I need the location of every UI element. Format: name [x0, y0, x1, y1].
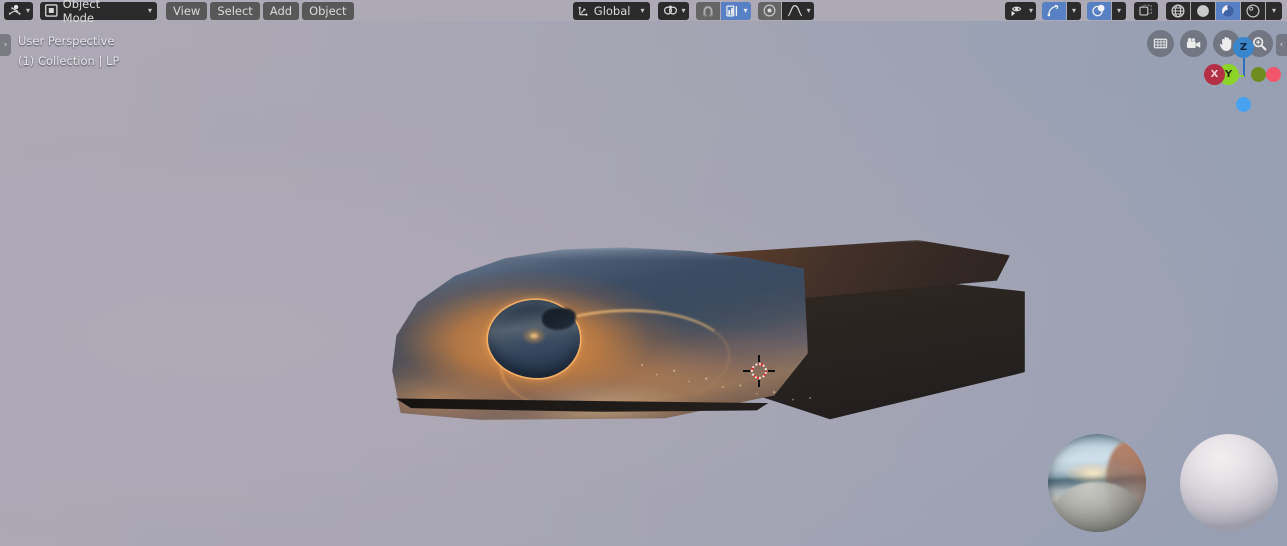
- wireframe-sphere-icon: [1171, 3, 1185, 18]
- snap-magnet-toggle[interactable]: [695, 1, 720, 20]
- chevron-down-icon: ▾: [148, 5, 153, 15]
- mode-label: Object Mode: [62, 0, 101, 25]
- overlays-popover[interactable]: ▾: [1111, 1, 1126, 20]
- object-visibility-selector[interactable]: ▾: [1004, 1, 1036, 20]
- hdri-chrome-sphere: [1048, 434, 1146, 532]
- xray-toggle-icon: [1139, 4, 1152, 16]
- chevron-down-icon: ▾: [1071, 5, 1076, 15]
- gizmo-axis-z-negative[interactable]: [1236, 97, 1251, 112]
- overlays-icon: [1092, 4, 1105, 17]
- gizmos-toggle[interactable]: [1041, 1, 1066, 20]
- transform-orientation-label: Global: [593, 3, 631, 18]
- pivot-point-selector[interactable]: ▾: [657, 1, 689, 20]
- object-edge-highlight: [392, 247, 808, 420]
- editor-type-selector[interactable]: ▾: [4, 1, 34, 20]
- solid-sphere-icon: [1197, 4, 1209, 17]
- zoom-region-button[interactable]: [1147, 30, 1174, 57]
- transform-orientation-selector[interactable]: Global ▾: [572, 1, 650, 20]
- snap-magnet-icon: [703, 6, 713, 17]
- 3d-cursor-crosshair-left: [743, 370, 750, 372]
- chevron-down-icon: ▾: [806, 5, 811, 15]
- 3d-viewport[interactable]: User Perspective (1) Collection | LP Z Y…: [0, 0, 1287, 546]
- 3d-cursor-crosshair-right: [768, 370, 775, 372]
- xray-toggle[interactable]: [1133, 1, 1158, 20]
- hdri-diffuse-sphere: [1180, 434, 1278, 532]
- gizmos-group: ▾: [1041, 1, 1081, 20]
- 3d-cursor-crosshair-top: [758, 355, 760, 362]
- blender-window: User Perspective (1) Collection | LP Z Y…: [0, 0, 1287, 546]
- toolbar-expand-tab[interactable]: ›: [0, 34, 11, 56]
- menu-view[interactable]: View: [166, 1, 208, 20]
- editor-type-3d-viewport-icon: [8, 4, 21, 15]
- object-mode-icon: [45, 4, 58, 17]
- object-visibility-icon: [1011, 6, 1022, 17]
- snap-to-selector[interactable]: ▾: [720, 1, 751, 20]
- view-axis-gizmo[interactable]: Z Y X: [1196, 30, 1282, 118]
- proportional-edit-icon: [763, 4, 776, 17]
- viewport-scene-label: (1) Collection | LP: [18, 54, 120, 68]
- chevron-down-icon: ▾: [1271, 5, 1276, 15]
- overlays-group: ▾: [1086, 1, 1126, 20]
- 3d-cursor-ring-white: [751, 363, 767, 379]
- proportional-edit-toggle[interactable]: [757, 1, 781, 20]
- chevron-down-icon: ▾: [743, 5, 748, 15]
- menu-add[interactable]: Add: [262, 1, 300, 20]
- chevron-down-icon: ▾: [1116, 5, 1121, 15]
- viewport-info-overlay: User Perspective (1) Collection | LP: [18, 31, 119, 71]
- chevron-down-icon: ▾: [681, 5, 686, 15]
- material-preview-sphere-icon: [1222, 4, 1234, 17]
- mode-selector[interactable]: Object Mode ▾: [40, 0, 158, 25]
- gizmo-axis-z-positive[interactable]: Z: [1233, 37, 1254, 58]
- sidebar-expand-tab[interactable]: ‹: [1276, 34, 1287, 56]
- snapping-group: ▾: [695, 1, 751, 20]
- menu-select[interactable]: Select: [210, 1, 260, 20]
- shading-wireframe[interactable]: [1165, 1, 1190, 20]
- proportional-falloff-selector[interactable]: ▾: [781, 1, 814, 20]
- 3d-object-lp[interactable]: [380, 238, 1025, 428]
- chevron-down-icon: ▾: [640, 5, 645, 15]
- shading-rendered[interactable]: [1240, 1, 1265, 20]
- shading-mode-group: ▾: [1165, 1, 1282, 20]
- gizmo-axis-x-positive[interactable]: X: [1204, 64, 1225, 85]
- viewport-perspective-label: User Perspective: [18, 34, 115, 48]
- gizmo-axis-x-negative[interactable]: [1266, 67, 1281, 82]
- zoom-region-icon: [1153, 38, 1168, 49]
- 3d-cursor-crosshair-bottom: [758, 380, 760, 387]
- orientation-global-icon: [577, 6, 588, 17]
- rendered-sphere-icon: [1246, 3, 1260, 18]
- shading-popover[interactable]: ▾: [1265, 1, 1282, 20]
- pivot-point-icon: [663, 5, 677, 15]
- gizmo-axis-y-negative[interactable]: [1251, 67, 1266, 82]
- overlays-toggle[interactable]: [1086, 1, 1111, 20]
- shading-solid[interactable]: [1190, 1, 1215, 20]
- gizmo-icon: [1047, 4, 1059, 17]
- snap-increment-icon: [725, 5, 737, 16]
- chevron-down-icon: ▾: [1028, 5, 1033, 15]
- shading-material-preview[interactable]: [1215, 1, 1240, 20]
- chevron-down-icon: ▾: [26, 5, 31, 15]
- 3d-cursor[interactable]: [743, 355, 775, 387]
- menu-object[interactable]: Object: [302, 1, 354, 20]
- proportional-editing-group: ▾: [757, 1, 814, 20]
- viewport-header: ▾ Object Mode ▾ View Select Add Object G…: [0, 0, 1287, 25]
- gizmos-popover[interactable]: ▾: [1066, 1, 1081, 20]
- falloff-smooth-icon: [787, 5, 802, 17]
